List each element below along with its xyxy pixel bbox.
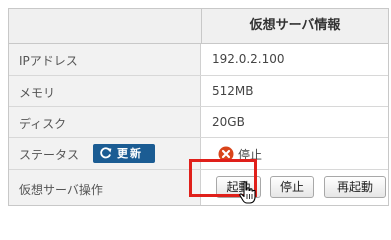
row-label: ステータス bbox=[19, 148, 80, 162]
header-spacer bbox=[9, 9, 202, 43]
stop-button[interactable]: 停止 bbox=[270, 176, 314, 198]
row-value-cell: 20GB bbox=[202, 107, 388, 137]
row-value-cell: 起動 停止 再起動 bbox=[202, 170, 388, 205]
row-value-cell: 512MB bbox=[202, 76, 388, 106]
row-label: メモリ bbox=[19, 86, 56, 100]
row-label-cell: IPアドレス bbox=[9, 44, 201, 75]
start-button[interactable]: 起動 bbox=[216, 176, 261, 198]
row-label-cell: ディスク bbox=[9, 107, 201, 137]
update-button-label: 更新 bbox=[117, 147, 143, 160]
row-status: ステータス 更新 停止 bbox=[9, 138, 388, 170]
stop-icon bbox=[218, 146, 234, 162]
table-header: 仮想サーバ情報 bbox=[9, 9, 388, 44]
row-label-cell: 仮想サーバ操作 bbox=[9, 170, 201, 205]
vm-info-table: 仮想サーバ情報 IPアドレス 192.0.2.100 メモリ 512MB ディス… bbox=[8, 8, 389, 206]
row-value-cell: 停止 bbox=[202, 138, 388, 169]
row-ip-address: IPアドレス 192.0.2.100 bbox=[9, 44, 388, 76]
status-value: 停止 bbox=[238, 148, 263, 162]
header-title: 仮想サーバ情報 bbox=[249, 18, 341, 33]
row-value: 512MB bbox=[212, 84, 254, 98]
row-label-cell: メモリ bbox=[9, 76, 201, 106]
row-memory: メモリ 512MB bbox=[9, 76, 388, 107]
row-label: 仮想サーバ操作 bbox=[19, 183, 103, 197]
update-button[interactable]: 更新 bbox=[93, 144, 155, 163]
row-operations: 仮想サーバ操作 起動 停止 再起動 bbox=[9, 170, 388, 205]
row-disk: ディスク 20GB bbox=[9, 107, 388, 138]
row-value-cell: 192.0.2.100 bbox=[202, 44, 388, 75]
row-label-cell: ステータス 更新 bbox=[9, 138, 201, 169]
row-label: ディスク bbox=[19, 117, 67, 131]
row-label: IPアドレス bbox=[19, 54, 78, 68]
restart-button[interactable]: 再起動 bbox=[324, 176, 386, 198]
row-value: 192.0.2.100 bbox=[212, 52, 285, 66]
row-value: 20GB bbox=[212, 115, 245, 129]
refresh-icon bbox=[100, 147, 112, 159]
